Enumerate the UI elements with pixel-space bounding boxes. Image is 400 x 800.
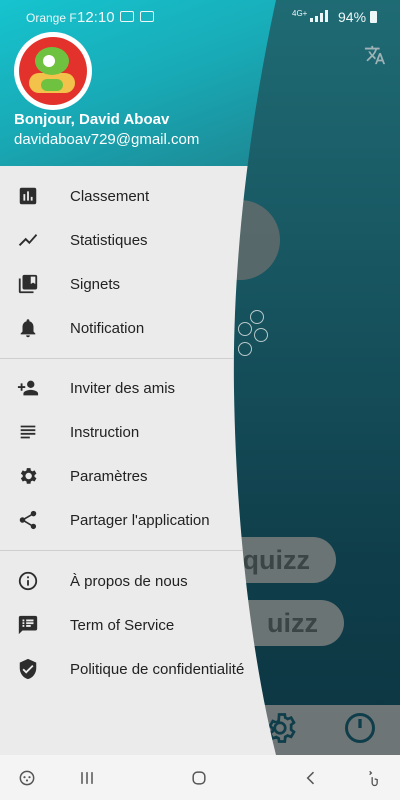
clock: 12:10 [77, 9, 115, 26]
menu-item-label: Politique de confidentialité [70, 660, 245, 678]
bell-icon [14, 314, 42, 342]
network-type: 4G+ [292, 9, 308, 18]
avatar[interactable] [14, 32, 92, 110]
person-add-icon [14, 374, 42, 402]
menu-item-terms[interactable]: Term of Service [0, 603, 270, 647]
menu-item-label: Signets [70, 275, 121, 293]
gear-icon [14, 462, 42, 490]
game-launcher-icon[interactable] [14, 765, 40, 791]
battery-icon [370, 11, 377, 23]
menu-item-privacy[interactable]: Politique de confidentialité [0, 647, 270, 691]
menu-item-signets[interactable]: Signets [0, 262, 270, 306]
menu-item-partager[interactable]: Partager l'application [0, 498, 270, 542]
user-greeting: Bonjour, David Aboav [14, 111, 170, 128]
menu-item-label: À propos de nous [70, 572, 188, 590]
user-email: davidaboav729@gmail.com [14, 131, 200, 148]
menu-item-statistiques[interactable]: Statistiques [0, 218, 270, 262]
menu-item-label: Inviter des amis [70, 379, 176, 397]
menu-divider [0, 550, 270, 551]
bookmarks-icon [14, 270, 42, 298]
background-power-icon [342, 710, 378, 746]
gallery-icon [120, 11, 134, 22]
gesture-hint-icon[interactable] [360, 765, 386, 791]
menu-item-parametres[interactable]: Paramètres [0, 454, 270, 498]
notification-icons [120, 11, 154, 22]
signal-icon [310, 10, 328, 22]
system-nav-bar [0, 755, 400, 800]
carrier-label: Orange F [26, 11, 77, 25]
chat-list-icon [14, 611, 42, 639]
menu-divider [0, 358, 270, 359]
leaderboard-icon [14, 182, 42, 210]
menu-item-label: Paramètres [70, 467, 148, 485]
translate-icon[interactable] [364, 44, 388, 68]
menu-item-label: Term of Service [70, 616, 175, 634]
menu-item-notification[interactable]: Notification [0, 306, 270, 350]
menu-item-label: Partager l'application [70, 511, 210, 529]
menu-item-classement[interactable]: Classement [0, 174, 270, 218]
message-icon [140, 11, 154, 22]
status-bar: Orange F 12:10 4G+ 94% [0, 0, 400, 34]
home-button[interactable] [186, 765, 212, 791]
menu-item-inviter[interactable]: Inviter des amis [0, 366, 270, 410]
menu-item-a-propos[interactable]: À propos de nous [0, 559, 270, 603]
menu-item-label: Classement [70, 187, 150, 205]
menu-item-instruction[interactable]: Instruction [0, 410, 270, 454]
battery-percent: 94% [338, 9, 367, 25]
recent-apps-button[interactable] [74, 765, 100, 791]
notes-icon [14, 418, 42, 446]
shield-check-icon [14, 655, 42, 683]
menu-item-label: Instruction [70, 423, 140, 441]
menu-item-label: Statistiques [70, 231, 148, 249]
trending-line-icon [14, 226, 42, 254]
background-badges [234, 306, 274, 366]
back-button[interactable] [298, 765, 324, 791]
menu-item-label: Notification [70, 319, 145, 337]
info-icon [14, 567, 42, 595]
share-icon [14, 506, 42, 534]
